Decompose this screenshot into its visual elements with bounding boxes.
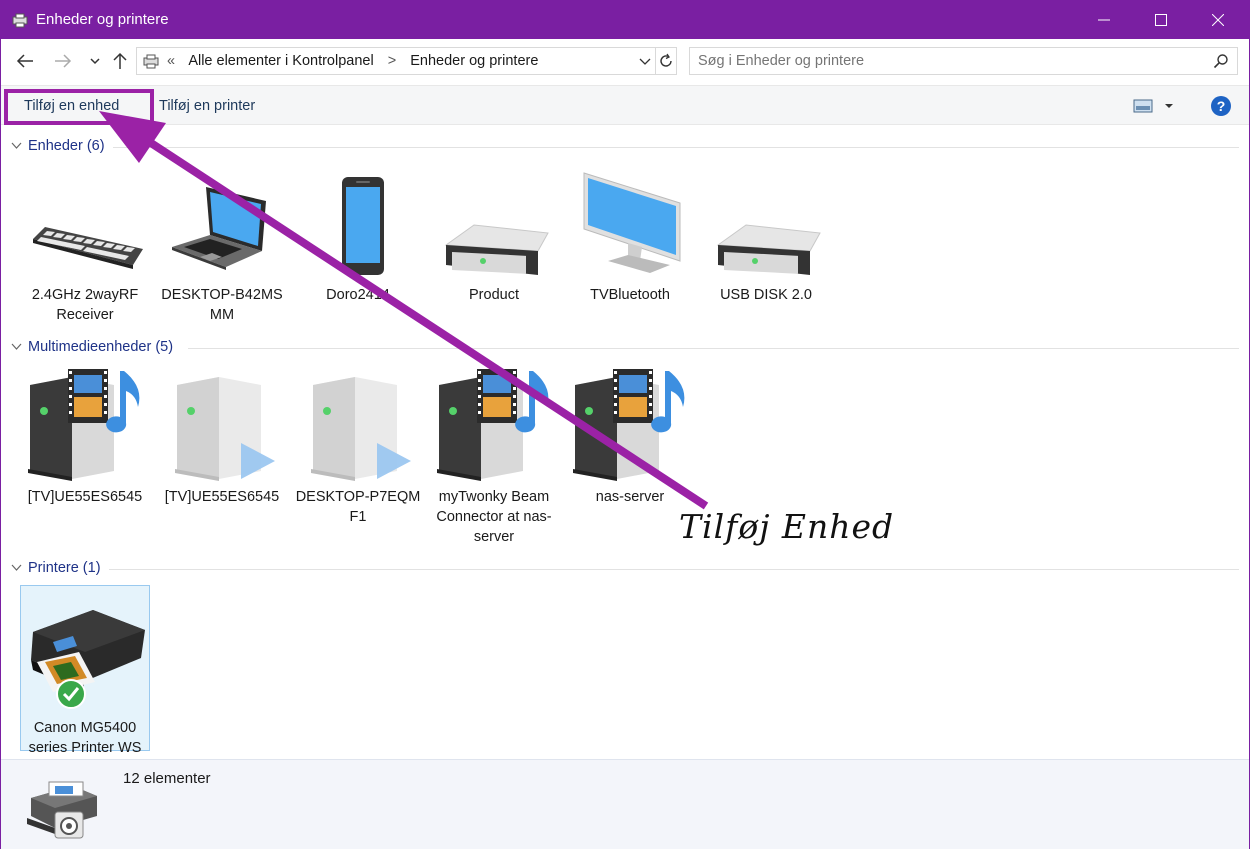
section-divider — [109, 569, 1239, 570]
breadcrumb-control-panel[interactable]: Alle elementer i Kontrolpanel — [188, 53, 373, 69]
add-device-highlight — [4, 89, 154, 125]
chevron-down-icon — [11, 564, 22, 571]
address-bar[interactable]: « Alle elementer i Kontrolpanel > Enhede… — [136, 47, 656, 75]
minimize-button[interactable] — [1081, 1, 1127, 39]
search-input[interactable] — [698, 51, 1198, 71]
recent-locations-button[interactable] — [83, 49, 107, 73]
media-device-item[interactable]: myTwonky Beam Connector at nas-server — [429, 367, 559, 547]
help-button[interactable]: ? — [1211, 96, 1231, 119]
media-server-icon — [437, 369, 549, 481]
up-button[interactable] — [108, 49, 132, 73]
search-icon[interactable] — [1213, 53, 1229, 69]
section-title-devices: Enheder (6) — [28, 138, 105, 154]
media-renderer-icon — [175, 377, 275, 481]
device-item[interactable]: 2.4GHz 2wayRF Receiver — [20, 169, 150, 325]
drive-icon — [716, 224, 821, 275]
media-device-item[interactable]: [TV]UE55ES6545 — [20, 367, 150, 507]
laptop-icon — [172, 187, 266, 270]
section-divider — [113, 147, 1239, 148]
breadcrumb-devices-printers[interactable]: Enheder og printere — [410, 53, 538, 69]
phone-icon — [342, 177, 384, 275]
devices-and-printers-window: Enheder og printere « Alle elementer i K… — [0, 0, 1250, 849]
back-button[interactable] — [13, 49, 37, 73]
media-device-item[interactable]: DESKTOP-P7EQM F1 — [293, 367, 423, 527]
section-divider — [188, 348, 1239, 349]
device-item[interactable]: DESKTOP-B42MS MM — [157, 169, 287, 325]
media-device-label: [TV]UE55ES6545 — [27, 489, 143, 505]
up-arrow-icon — [113, 52, 127, 69]
add-printer-button[interactable]: Tilføj en printer — [159, 98, 255, 114]
search-box[interactable] — [689, 47, 1238, 75]
devices-printers-icon — [12, 13, 28, 28]
forward-button[interactable] — [51, 49, 75, 73]
media-device-item[interactable]: [TV]UE55ES6545 — [157, 367, 287, 507]
title-bar[interactable]: Enheder og printere — [1, 1, 1249, 39]
printer-item[interactable]: Canon MG5400 series Printer WS — [20, 585, 150, 756]
forward-arrow-icon — [55, 54, 72, 68]
refresh-button[interactable] — [655, 47, 677, 75]
section-header-multimedia[interactable]: Multimedieenheder (5) — [11, 339, 173, 355]
annotation-text: Tilføj Enhed — [679, 507, 895, 546]
printer-label: Canon MG5400 series Printer WS — [28, 720, 142, 756]
control-panel-icon — [143, 54, 159, 69]
device-item[interactable]: Doro2414 — [293, 169, 423, 305]
address-dropdown-icon[interactable] — [639, 58, 651, 66]
media-server-icon — [573, 369, 685, 481]
back-arrow-icon — [16, 54, 33, 68]
status-bar: 12 elementer — [1, 759, 1249, 849]
monitor-icon — [583, 172, 681, 273]
chevron-down-icon — [11, 343, 22, 350]
view-icon — [1133, 99, 1173, 113]
change-view-button[interactable] — [1133, 98, 1177, 117]
breadcrumb-separator[interactable]: > — [388, 53, 396, 69]
drive-icon — [444, 224, 549, 275]
media-device-item[interactable]: nas-server — [565, 367, 695, 507]
printer-icon — [31, 610, 145, 709]
breadcrumb-overflow[interactable]: « — [167, 53, 175, 69]
media-server-icon — [28, 369, 140, 481]
device-label: TVBluetooth — [590, 287, 670, 303]
command-bar: Tilføj en enhed Tilføj en printer ? — [1, 85, 1249, 125]
maximize-icon — [1155, 14, 1167, 26]
navigation-bar: « Alle elementer i Kontrolpanel > Enhede… — [1, 39, 1249, 85]
device-label: DESKTOP-B42MS MM — [161, 287, 283, 323]
device-label: Product — [469, 287, 519, 303]
device-item[interactable]: USB DISK 2.0 — [701, 169, 831, 305]
close-button[interactable] — [1195, 1, 1241, 39]
media-renderer-icon — [311, 377, 411, 481]
media-device-label: myTwonky Beam Connector at nas-server — [436, 489, 552, 545]
device-label: Doro2414 — [326, 287, 390, 303]
devices-printers-large-icon — [27, 781, 97, 839]
section-title-multimedia: Multimedieenheder (5) — [28, 339, 174, 355]
section-header-devices[interactable]: Enheder (6) — [11, 138, 105, 154]
device-item[interactable]: Product — [429, 169, 559, 305]
help-icon: ? — [1211, 96, 1231, 116]
keyboard-icon — [33, 227, 143, 269]
item-count: 12 elementer — [123, 770, 211, 787]
section-title-printers: Printere (1) — [28, 560, 101, 576]
refresh-icon — [659, 53, 672, 67]
device-item[interactable]: TVBluetooth — [565, 169, 695, 305]
close-icon — [1212, 14, 1224, 26]
window-title: Enheder og printere — [36, 11, 169, 28]
media-device-label: DESKTOP-P7EQM F1 — [295, 489, 421, 525]
section-header-printers[interactable]: Printere (1) — [11, 560, 101, 576]
media-device-label: [TV]UE55ES6545 — [164, 489, 280, 505]
svg-text:?: ? — [1217, 98, 1226, 114]
breadcrumb: « Alle elementer i Kontrolpanel > Enhede… — [167, 53, 548, 69]
media-device-label: nas-server — [595, 489, 665, 505]
minimize-icon — [1098, 19, 1110, 21]
device-label: USB DISK 2.0 — [720, 287, 812, 303]
maximize-button[interactable] — [1138, 1, 1184, 39]
chevron-down-icon — [90, 58, 100, 65]
chevron-down-icon — [11, 142, 22, 149]
device-label: 2.4GHz 2wayRF Receiver — [31, 287, 139, 323]
